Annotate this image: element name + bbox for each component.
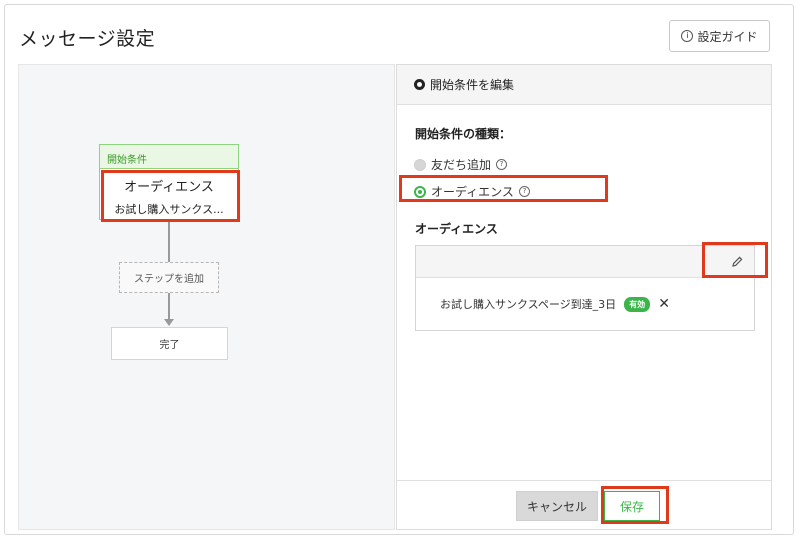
flow-connector bbox=[168, 222, 170, 262]
done-node: 完了 bbox=[111, 327, 228, 360]
panel-title: 開始条件を編集 bbox=[430, 78, 515, 92]
panel-footer: キャンセル 保存 bbox=[397, 480, 771, 529]
start-condition-edit-panel: 開始条件を編集 開始条件の種類： 友だち追加 ? オーディエンス ? オーディエ… bbox=[396, 64, 772, 530]
highlight-frame-edit-icon bbox=[702, 242, 768, 278]
close-icon[interactable]: ✕ bbox=[658, 297, 670, 311]
status-badge: 有効 bbox=[624, 296, 651, 312]
panel-header: 開始条件を編集 bbox=[397, 65, 771, 105]
help-icon[interactable]: ? bbox=[496, 159, 508, 170]
radio-unselected[interactable] bbox=[414, 158, 426, 171]
highlight-frame-save-button bbox=[601, 486, 669, 524]
audience-section-label: オーディエンス bbox=[415, 222, 498, 236]
arrow-down-icon bbox=[164, 319, 174, 326]
audience-item-name: お試し購入サンクスページ到達_3日 bbox=[440, 298, 617, 311]
flow-connector bbox=[168, 293, 170, 319]
page-title: メッセージ設定 bbox=[19, 28, 156, 50]
highlight-frame-audience-radio bbox=[399, 175, 608, 202]
highlight-frame-start-node bbox=[101, 170, 240, 222]
condition-type-label: 開始条件の種類： bbox=[415, 127, 512, 141]
radio-option-friend-add-label: 友だち追加 bbox=[431, 158, 492, 172]
setup-guide-button[interactable]: i 設定ガイド bbox=[669, 20, 770, 52]
message-settings-window: メッセージ設定 i 設定ガイド 開始条件 オーディエンス お試し購入サンクス..… bbox=[4, 4, 794, 535]
record-bullet-icon bbox=[414, 79, 425, 90]
start-condition-node-label: 開始条件 bbox=[100, 145, 238, 169]
info-icon: i bbox=[681, 30, 694, 42]
add-step-button[interactable]: ステップを追加 bbox=[119, 262, 219, 293]
setup-guide-label: 設定ガイド bbox=[697, 29, 758, 44]
audience-item: お試し購入サンクスページ到達_3日 有効 ✕ bbox=[440, 296, 670, 312]
flow-canvas: 開始条件 オーディエンス お試し購入サンクス... ステップを追加 完了 bbox=[18, 64, 395, 530]
cancel-button[interactable]: キャンセル bbox=[516, 491, 598, 521]
radio-option-friend-add[interactable]: 友だち追加 ? bbox=[414, 156, 508, 173]
